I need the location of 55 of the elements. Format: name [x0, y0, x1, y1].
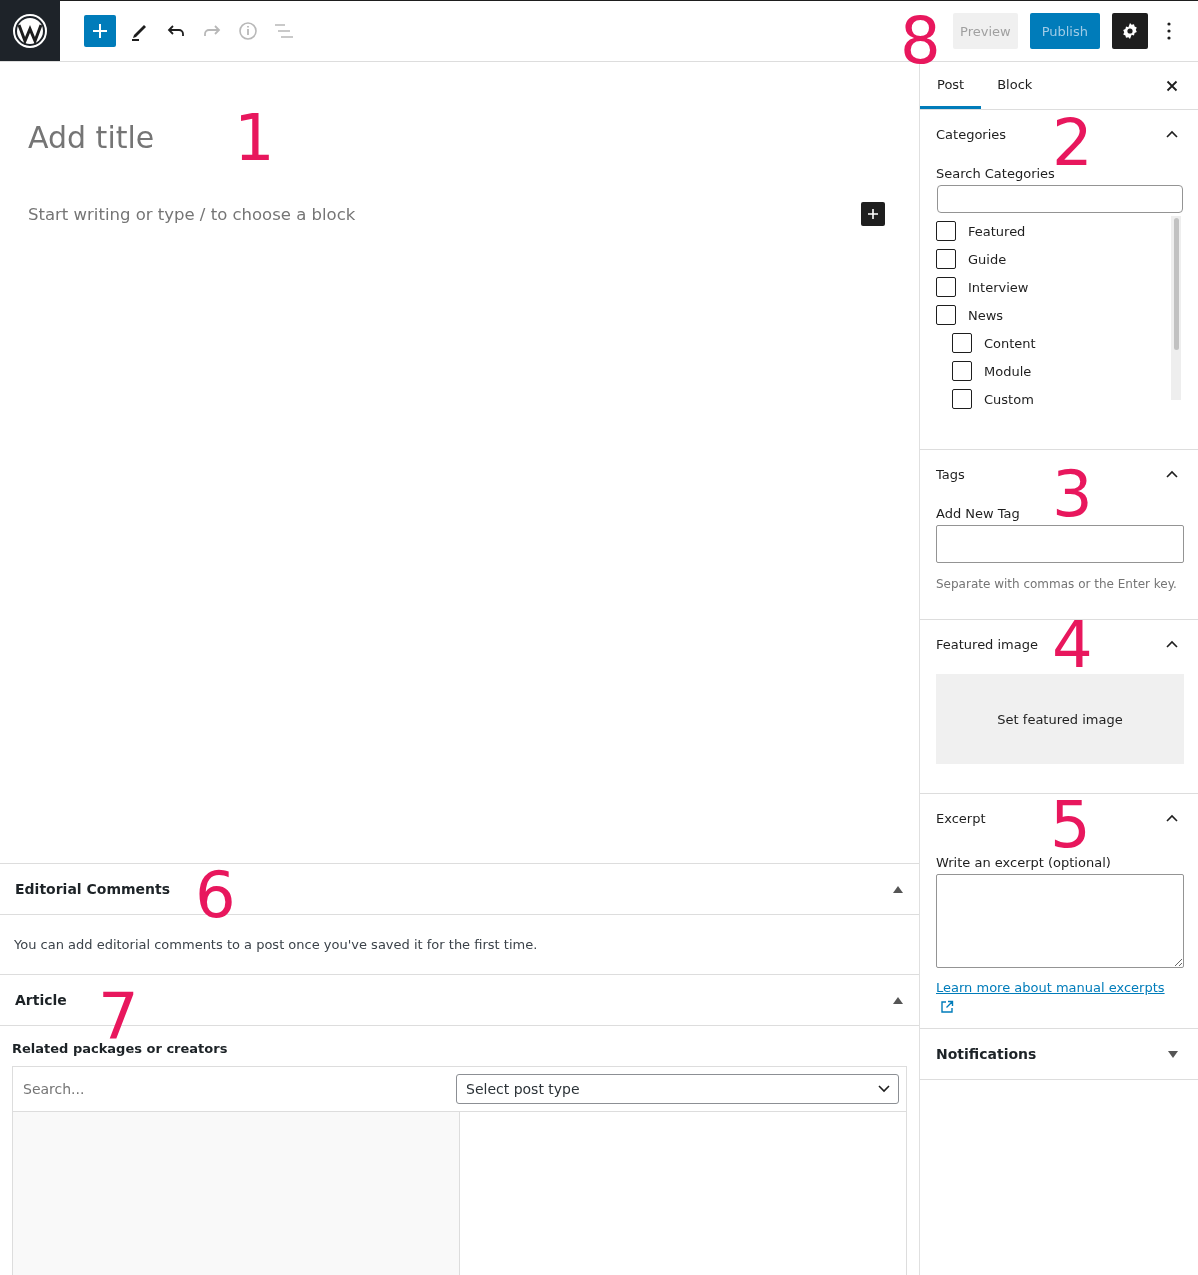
panel-title: Categories	[936, 126, 1007, 142]
close-icon[interactable]	[1166, 79, 1178, 92]
chevron-up-icon[interactable]	[1166, 130, 1178, 138]
external-link-icon[interactable]	[940, 1000, 954, 1014]
panel-title: Excerpt	[936, 810, 986, 826]
panel-title: Article	[15, 992, 67, 1008]
field-label: Add New Tag	[936, 506, 1021, 521]
link[interactable]: Learn more about manual excerpts	[936, 980, 1165, 995]
settings-button[interactable]	[1112, 13, 1148, 49]
expand-arrow-icon[interactable]	[1168, 1050, 1178, 1058]
scrollbar-thumb[interactable]	[1173, 218, 1179, 350]
paragraph-block[interactable]: Start writing or type / to choose a block	[28, 204, 861, 224]
field-label: Write an excerpt (optional)	[936, 855, 1112, 870]
checkbox-label[interactable]: Custom	[984, 391, 1034, 407]
sidebar-tab[interactable]: Block	[981, 62, 1049, 109]
field-label: Search Categories	[936, 166, 1056, 181]
checkbox[interactable]	[952, 333, 972, 353]
checkbox[interactable]	[936, 249, 956, 269]
more-options-icon[interactable]	[1166, 21, 1172, 41]
checkbox[interactable]	[936, 277, 956, 297]
checkbox-label[interactable]: Interview	[968, 279, 1029, 295]
add-block-button[interactable]	[861, 202, 885, 226]
checkbox-label[interactable]: Content	[984, 335, 1036, 351]
checkbox[interactable]	[952, 389, 972, 409]
chevron-up-icon[interactable]	[1166, 470, 1178, 478]
checkbox[interactable]	[936, 221, 956, 241]
collapse-arrow-icon[interactable]	[893, 885, 903, 893]
settings-icon	[1120, 21, 1140, 41]
checkbox-label[interactable]: Module	[984, 363, 1032, 379]
logo-button[interactable]	[0, 0, 60, 61]
scrollbar[interactable]	[1171, 216, 1181, 400]
checkbox[interactable]	[952, 361, 972, 381]
panel-title: Editorial Comments	[15, 881, 171, 897]
set-featured-image-button[interactable]: Set featured image	[936, 674, 1184, 764]
caret-icon[interactable]	[878, 1085, 890, 1093]
checkbox[interactable]	[936, 305, 956, 325]
collapse-arrow-icon[interactable]	[893, 996, 903, 1004]
search-field[interactable]	[937, 185, 1183, 213]
panel-title: Tags	[936, 466, 965, 482]
chevron-up-icon[interactable]	[1166, 640, 1178, 648]
checkbox-label[interactable]: Featured	[968, 223, 1026, 239]
wordpress-logo-icon	[12, 12, 48, 49]
info-text: You can add editorial comments to a post once you've saved it for the first time.	[14, 937, 538, 952]
plus-icon	[866, 207, 880, 221]
field-label: Related packages or creators	[12, 1041, 229, 1056]
post-type-dropdown[interactable]: Select post type	[456, 1074, 899, 1104]
help-text: Separate with commas or the Enter key.	[936, 577, 1178, 591]
checkbox-label[interactable]: News	[968, 307, 1004, 323]
excerpt-field[interactable]	[936, 874, 1184, 968]
tag-field[interactable]	[936, 525, 1184, 563]
panel-title: Notifications	[936, 1046, 1037, 1062]
chevron-up-icon[interactable]	[1166, 814, 1178, 822]
panel-title: Featured image	[936, 636, 1038, 652]
post-title-field[interactable]: Add title	[28, 120, 155, 155]
checkbox-label[interactable]: Guide	[968, 251, 1007, 267]
